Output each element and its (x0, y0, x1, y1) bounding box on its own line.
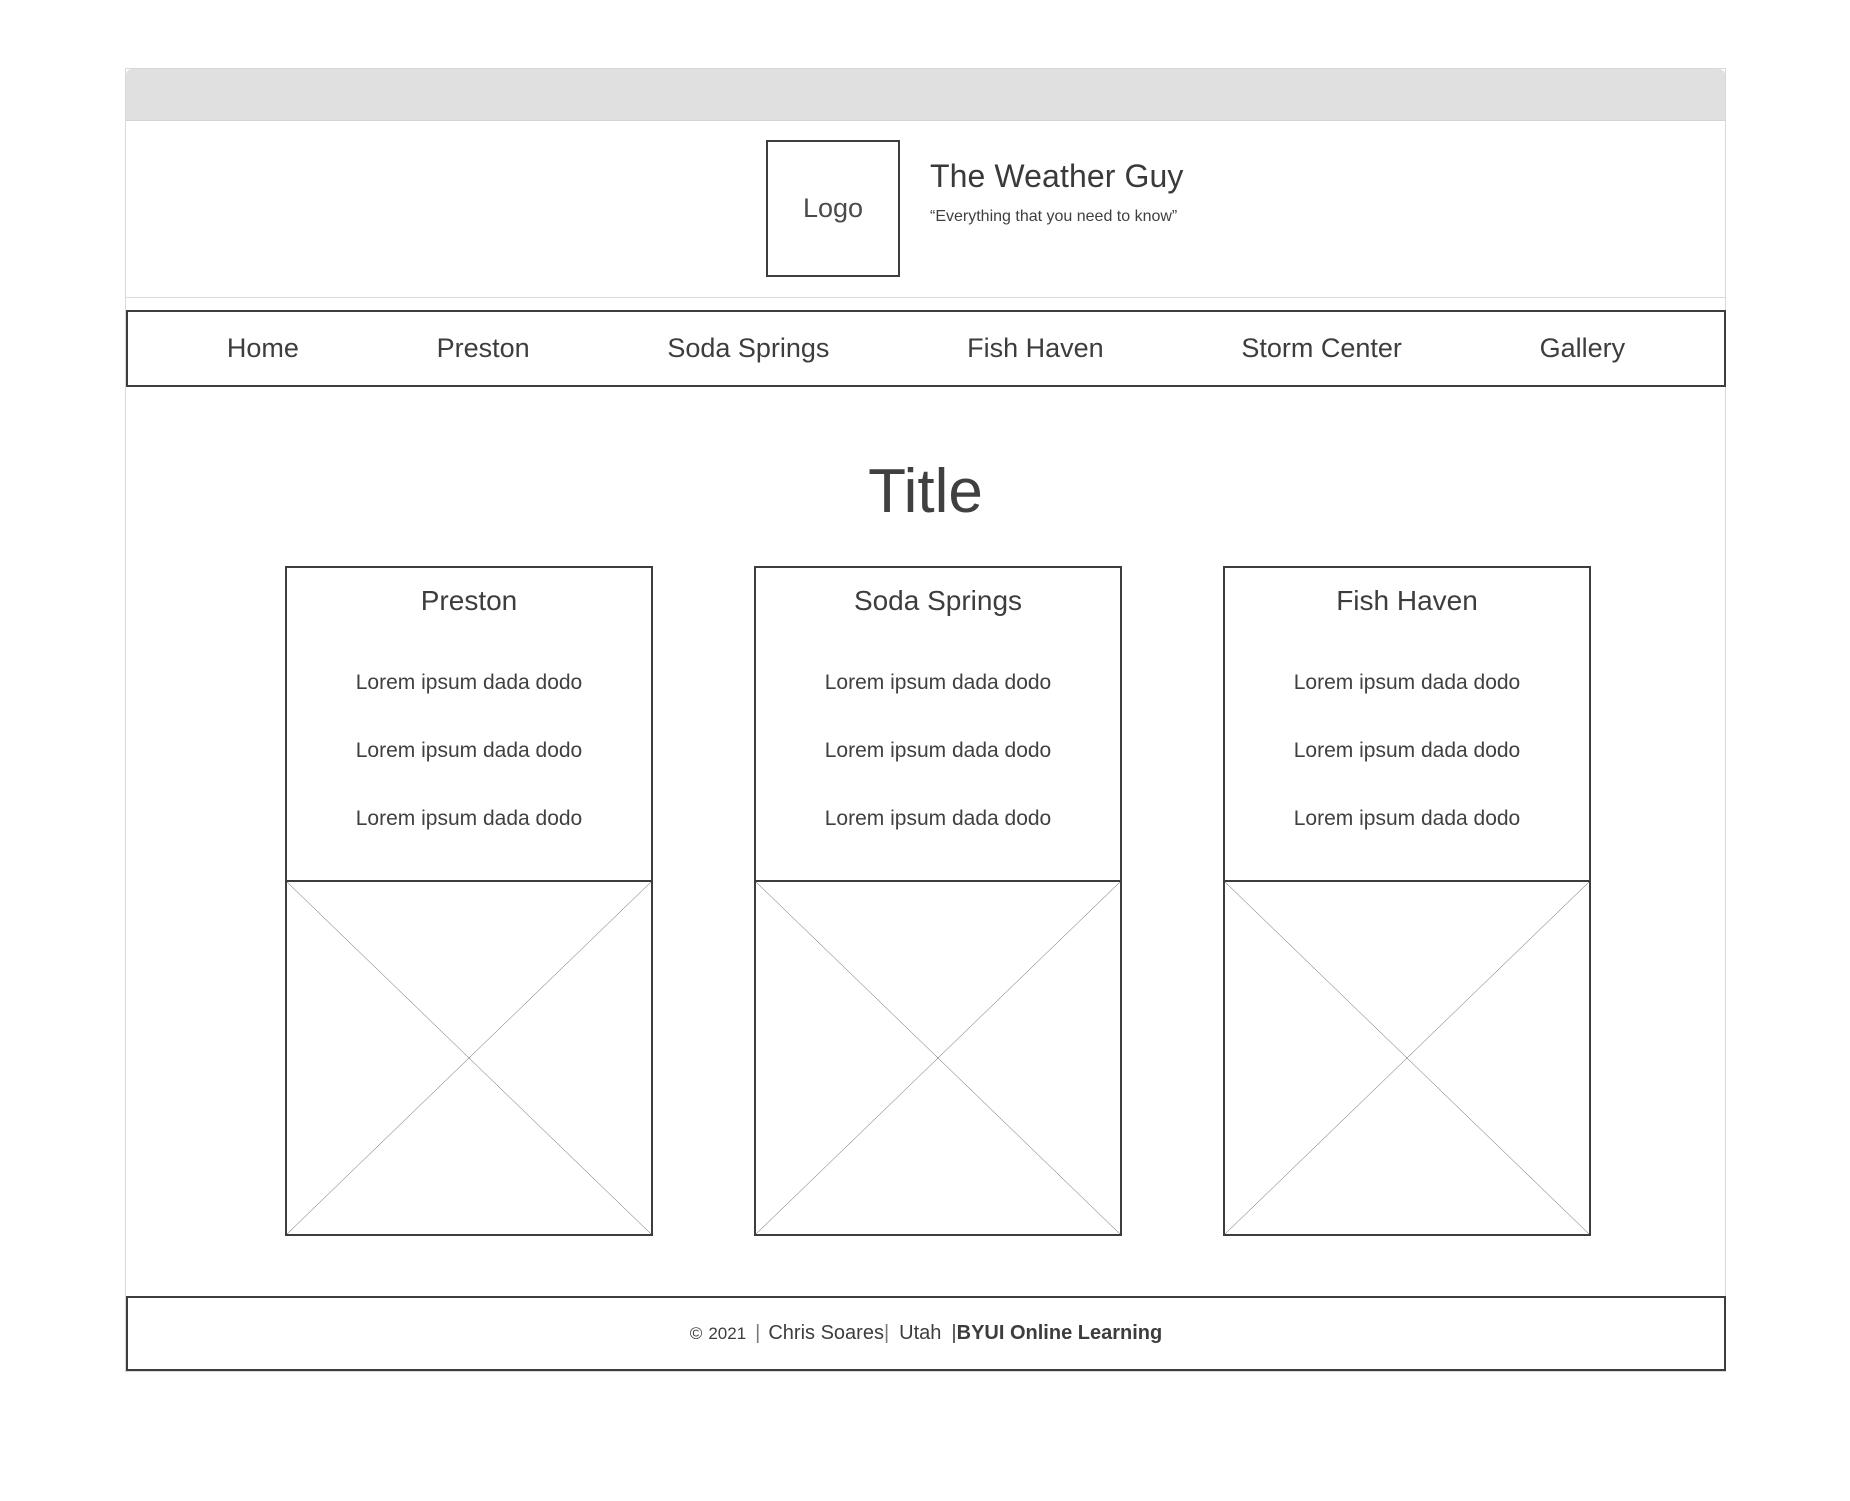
nav-item-home[interactable]: Home (227, 333, 299, 364)
card-preston[interactable]: Preston Lorem ipsum dada dodo Lorem ipsu… (285, 566, 653, 1236)
card-line: Lorem ipsum dada dodo (355, 807, 583, 830)
image-placeholder-icon[interactable] (1225, 880, 1589, 1234)
card-title: Fish Haven (1336, 585, 1478, 616)
site-footer: © 2021 | Chris Soares | Utah | BYUI Onli… (126, 1296, 1726, 1371)
logo-placeholder[interactable]: Logo (766, 140, 900, 277)
image-placeholder-icon[interactable] (756, 880, 1120, 1234)
card-line: Lorem ipsum dada dodo (1293, 807, 1521, 830)
card-line: Lorem ipsum dada dodo (1293, 671, 1521, 694)
browser-frame: Logo The Weather Guy “Everything that yo… (125, 68, 1726, 1372)
nav-item-storm-center[interactable]: Storm Center (1241, 333, 1402, 364)
card-title: Soda Springs (853, 585, 1023, 616)
card-line: Lorem ipsum dada dodo (824, 739, 1052, 762)
card-title: Preston (420, 585, 518, 616)
footer-text: © 2021 | Chris Soares | Utah | BYUI Onli… (690, 1322, 1162, 1345)
browser-chrome-bar (126, 69, 1725, 121)
footer-organization[interactable]: BYUI Online Learning (957, 1322, 1163, 1345)
card-body: Lorem ipsum dada dodo Lorem ipsum dada d… (756, 623, 1120, 880)
card-grid: Preston Lorem ipsum dada dodo Lorem ipsu… (285, 566, 1591, 1236)
site-tagline: “Everything that you need to know” (930, 207, 1178, 225)
logo-label: Logo (802, 193, 864, 223)
card-line: Lorem ipsum dada dodo (1293, 739, 1521, 762)
image-placeholder-icon[interactable] (287, 880, 651, 1234)
card-soda-springs[interactable]: Soda Springs Lorem ipsum dada dodo Lorem… (754, 566, 1122, 1236)
card-body: Lorem ipsum dada dodo Lorem ipsum dada d… (287, 623, 651, 880)
card-line: Lorem ipsum dada dodo (355, 739, 583, 762)
nav-item-soda-springs[interactable]: Soda Springs (667, 333, 829, 364)
copyright-icon: © (689, 1324, 703, 1343)
card-fish-haven[interactable]: Fish Haven Lorem ipsum dada dodo Lorem i… (1223, 566, 1591, 1236)
copyright-year: 2021 (708, 1324, 747, 1343)
card-line: Lorem ipsum dada dodo (824, 671, 1052, 694)
footer-separator-1: | (755, 1322, 761, 1344)
site-header: Logo The Weather Guy “Everything that yo… (126, 122, 1725, 298)
main-navigation: Home Preston Soda Springs Fish Haven Sto… (126, 310, 1726, 387)
nav-item-preston[interactable]: Preston (437, 333, 530, 364)
nav-item-gallery[interactable]: Gallery (1540, 333, 1626, 364)
page-title: Title (868, 456, 983, 526)
footer-author: Chris Soares (768, 1322, 884, 1344)
brand-text: The Weather Guy “Everything that you nee… (930, 140, 1183, 226)
nav-item-fish-haven[interactable]: Fish Haven (967, 333, 1104, 364)
card-line: Lorem ipsum dada dodo (824, 807, 1052, 830)
header-inner: Logo The Weather Guy “Everything that yo… (766, 140, 1183, 277)
site-title: The Weather Guy (930, 158, 1184, 194)
card-line: Lorem ipsum dada dodo (355, 671, 583, 694)
card-body: Lorem ipsum dada dodo Lorem ipsum dada d… (1225, 623, 1589, 880)
footer-location: Utah (899, 1322, 942, 1344)
footer-separator-2: | (883, 1322, 890, 1344)
